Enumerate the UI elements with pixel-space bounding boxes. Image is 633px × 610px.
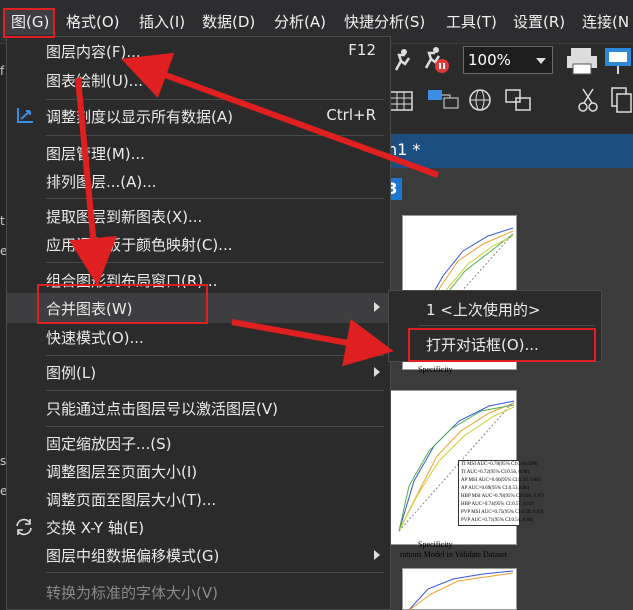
menu-separator (46, 262, 384, 263)
menu-item-label: 固定缩放因子...(S) (46, 435, 172, 453)
axis-label-specificity-1: Specificity (418, 365, 453, 374)
submenu-arrow-icon (374, 302, 380, 312)
menu-item-label: 应用调色板于颜色映射(C)... (46, 236, 233, 254)
globe-icon[interactable] (466, 86, 494, 114)
axis-label-specificity-2: Specificity (418, 540, 453, 549)
legend-entry: HBP MSI AUC=0.78(95% CI:0.60, 0.97) (461, 494, 544, 499)
submenu-item-last-used[interactable]: 1 <上次使用的> (389, 293, 601, 323)
highlight-box-graph-menu (3, 8, 55, 38)
print-icon[interactable] (565, 44, 599, 76)
menu-item-layer-management[interactable]: 图层管理(M)... (7, 139, 390, 167)
menu-item-label: 图表绘制(U)... (46, 72, 143, 90)
menu-item-label: 调整页面至图层大小(T)... (46, 491, 217, 509)
menu-item-layer-contents[interactable]: 图层内容(F)... F12 (7, 37, 390, 65)
menu-separator (46, 390, 384, 391)
menu-item-exchange-xy[interactable]: 交换 X-Y 轴(E) (7, 513, 390, 541)
document-tab-title: h1 * (387, 140, 421, 159)
menu-tools[interactable]: 工具(T) (446, 9, 497, 35)
highlight-box-open-dialog (408, 328, 596, 362)
menu-insert[interactable]: 插入(I) (139, 9, 185, 35)
submenu-arrow-icon (374, 550, 380, 560)
arrange-icon[interactable] (502, 86, 536, 114)
zoom-select[interactable]: 100% (463, 46, 553, 74)
menu-item-fit-layer-to-page[interactable]: 调整图层至页面大小(I) (7, 457, 390, 485)
menu-item-plot-setup[interactable]: 图表绘制(U)... (7, 66, 390, 94)
grid-table-icon[interactable] (388, 86, 414, 112)
menu-item-convert-font-size: 转换为标准的字体大小(V) (7, 578, 390, 606)
menu-item-label: 图层管理(M)... (46, 145, 145, 163)
menu-item-fit-page-to-layers[interactable]: 调整页面至图层大小(T)... (7, 485, 390, 513)
copy-icon[interactable] (608, 86, 633, 114)
menu-item-fix-scale-factor[interactable]: 固定缩放因子...(S) (7, 429, 390, 457)
menu-item-label: 只能通过点击图层号以激活图层(V) (46, 400, 278, 418)
legend-entry: PVP AUC=0.71(95% CI:0.54, 0.88) (461, 518, 534, 523)
legend-entry: TI AUC=0.72(95% CI:0.56, 0.90) (461, 470, 529, 475)
menu-item-apply-palette[interactable]: 应用调色板于颜色映射(C)... (7, 230, 390, 258)
legend-entry: AP AUC=0.69(95% CI:0.53,0.86) (461, 486, 530, 491)
menu-item-offset-mode[interactable]: 图层中组数据偏移模式(G) (7, 541, 390, 569)
chevron-down-icon (536, 58, 546, 64)
legend-entry: HBP AUC=0.74(95% CI:0.57, 0.92) (461, 502, 534, 507)
menu-item-arrange-layers[interactable]: 排列图层...(A)... (7, 167, 390, 195)
menu-connect[interactable]: 连接(N (582, 9, 629, 35)
document-tab[interactable] (388, 134, 633, 168)
menu-item-label: 交换 X-Y 轴(E) (46, 519, 145, 537)
zoom-value: 100% (468, 51, 511, 69)
shortcut-label: Ctrl+R (326, 106, 376, 124)
menu-item-label: 转换为标准的字体大小(V) (46, 584, 218, 602)
menu-format[interactable]: 格式(O) (66, 9, 120, 35)
legend-entry: PVP MSI AUC=0.75(95% CI:0.58, 0.93) (461, 510, 544, 515)
menu-item-label: 提取图层到新图表(X)... (46, 208, 203, 226)
menu-settings[interactable]: 设置(R) (513, 9, 565, 35)
menu-item-speed-mode[interactable]: 快速模式(O)... (7, 323, 390, 351)
presentation-icon[interactable] (603, 44, 633, 76)
highlight-box-merge-graphs (37, 284, 208, 324)
menu-item-label: 调整刻度以显示所有数据(A) (46, 108, 233, 126)
menu-item-label: 图层内容(F)... (46, 43, 141, 61)
shortcut-label: F12 (348, 41, 376, 59)
graph-legend[interactable]: TI MSI AUC=0.78(95% CI:0.60,0.96) TI AUC… (458, 460, 544, 526)
menu-item-rescale[interactable]: 调整刻度以显示所有数据(A) Ctrl+R (7, 102, 390, 130)
menu-separator (46, 99, 384, 100)
roc-curves-3 (408, 570, 514, 610)
menu-item-label: 调整图层至页面大小(I) (46, 463, 198, 481)
menu-separator (46, 355, 384, 356)
rescale-axes-icon (13, 106, 35, 126)
menu-separator (46, 426, 384, 427)
menu-separator (46, 198, 384, 199)
swap-xy-icon (13, 517, 35, 537)
menu-item-label: 图例(L) (46, 364, 97, 382)
merge-layers-icon[interactable] (424, 84, 464, 114)
legend-entry: TI MSI AUC=0.78(95% CI:0.60,0.96) (461, 462, 538, 467)
figure-caption: rations Model in Validate Dataset (400, 550, 507, 559)
submenu-item-label: 1 <上次使用的> (426, 301, 541, 319)
menu-item-label: 排列图层...(A)... (46, 173, 157, 191)
menu-separator (46, 135, 384, 136)
menu-item-label: 快速模式(O)... (46, 329, 144, 347)
scissors-icon[interactable] (576, 86, 600, 114)
stop-run-icon[interactable] (420, 44, 454, 76)
legend-entry: AP MSI AUC=0.66(95% CI:0.50, 0.88) (461, 478, 541, 483)
menu-item-legend[interactable]: 图例(L) (7, 358, 390, 386)
menu-separator (46, 572, 384, 573)
menu-item-extract-layers[interactable]: 提取图层到新图表(X)... (7, 202, 390, 230)
menu-quick-analysis[interactable]: 快捷分析(S) (344, 9, 425, 35)
menu-separator (419, 325, 595, 326)
run-icon[interactable] (390, 46, 412, 74)
graph-page-3 (402, 568, 517, 610)
menu-item-label: 图层中组数据偏移模式(G) (46, 547, 220, 565)
submenu-arrow-icon (374, 367, 380, 377)
menu-data[interactable]: 数据(D) (202, 9, 255, 35)
menu-item-activate-layer-by-number[interactable]: 只能通过点击图层号以激活图层(V) (7, 394, 390, 422)
menu-analysis[interactable]: 分析(A) (274, 9, 326, 35)
